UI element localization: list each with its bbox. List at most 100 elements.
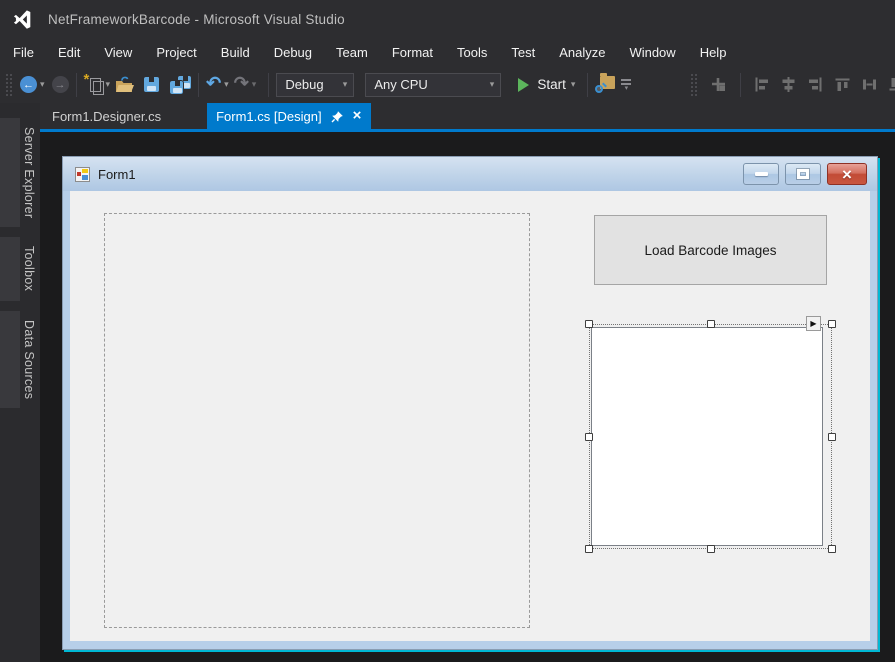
undo-button[interactable]: ↶	[206, 72, 221, 98]
align-centers-icon[interactable]	[780, 76, 797, 93]
load-barcode-images-button[interactable]: Load Barcode Images	[594, 215, 827, 285]
selection-handle-top-right[interactable]	[828, 320, 836, 328]
undo-dropdown-caret[interactable]: ▾	[224, 79, 229, 90]
close-tab-icon[interactable]: ×	[353, 108, 362, 123]
selection-handle-bottom-right[interactable]	[828, 545, 836, 553]
smart-tag-button[interactable]: ▶	[806, 316, 821, 331]
new-sparkle-icon: *	[83, 71, 90, 88]
forms-designer-surface[interactable]: Form1 × Load Barcode Images ▶	[40, 132, 895, 662]
align-to-grid-icon[interactable]	[710, 76, 728, 94]
solution-configuration-dropdown[interactable]: Debug ▾	[276, 72, 355, 97]
pin-tab-icon[interactable]	[331, 110, 344, 123]
save-button[interactable]	[144, 72, 160, 98]
form1-design-preview[interactable]: Form1 × Load Barcode Images ▶	[62, 156, 878, 650]
find-in-files-button[interactable]	[595, 72, 616, 98]
sidebar-tab-label: Server Explorer	[22, 127, 36, 219]
picturebox-control[interactable]	[104, 213, 530, 628]
align-bottoms-icon[interactable]	[888, 76, 895, 93]
sidebar-tab-toolbox[interactable]: Toolbox	[0, 237, 40, 301]
selected-control[interactable]: ▶	[585, 316, 836, 553]
menu-view[interactable]: View	[92, 40, 144, 65]
menu-help[interactable]: Help	[688, 40, 739, 65]
new-file-dropdown-caret[interactable]: ▾	[106, 79, 111, 90]
maximize-icon	[797, 169, 809, 179]
menu-file[interactable]: File	[1, 40, 46, 65]
button-label: Load Barcode Images	[644, 242, 777, 258]
chevron-down-icon: ▾	[342, 79, 348, 89]
sidebar-tab-label: Toolbox	[22, 246, 36, 292]
standard-toolbar: ← ▾ → * ▾ ↶ ▾ ↷ ▾ Debug ▾ Any CPU ▾ Star…	[0, 66, 895, 103]
save-all-button[interactable]	[169, 72, 192, 98]
new-file-button[interactable]: *	[84, 71, 104, 98]
redo-button[interactable]: ↷	[234, 72, 249, 98]
form1-client-area[interactable]: Load Barcode Images ▶	[70, 191, 870, 641]
document-well: Form1.Designer.cs Form1.cs [Design] × Fo…	[40, 103, 895, 662]
sidebar-tab-server-explorer[interactable]: Server Explorer	[0, 118, 40, 228]
menu-test[interactable]: Test	[499, 40, 547, 65]
menu-tools[interactable]: Tools	[445, 40, 499, 65]
toolbar-separator	[740, 72, 741, 97]
chevron-down-icon: ▾	[489, 79, 495, 89]
textbox-control[interactable]	[591, 327, 823, 546]
selection-handle-middle-left[interactable]	[585, 432, 593, 441]
new-file-icon: *	[84, 71, 104, 95]
align-tops-icon[interactable]	[834, 76, 851, 93]
solution-platform-dropdown[interactable]: Any CPU ▾	[365, 72, 502, 97]
play-icon	[518, 77, 530, 92]
start-dropdown-caret[interactable]: ▾	[571, 79, 576, 90]
menu-window[interactable]: Window	[617, 40, 687, 65]
toolbar-separator	[75, 72, 77, 97]
selection-handle-bottom-left[interactable]	[585, 545, 593, 553]
open-folder-icon	[116, 76, 135, 92]
chevron-down-icon: ▾	[624, 84, 629, 92]
menu-team[interactable]: Team	[324, 40, 380, 65]
redo-dropdown-caret[interactable]: ▾	[252, 79, 257, 90]
window-title: NetFrameworkBarcode - Microsoft Visual S…	[48, 11, 345, 27]
find-in-files-icon	[595, 73, 616, 93]
toolbar-separator	[198, 72, 200, 97]
menu-analyze[interactable]: Analyze	[547, 40, 617, 65]
selection-handle-top-left[interactable]	[585, 320, 593, 328]
tab-form1-designer-cs[interactable]: Form1.Designer.cs	[46, 103, 193, 129]
visual-studio-logo-icon	[13, 10, 31, 29]
equal-horizontal-spacing-icon[interactable]	[861, 76, 878, 93]
form-icon	[75, 166, 90, 182]
sidebar-tab-data-sources[interactable]: Data Sources	[0, 310, 40, 408]
navigate-back-dropdown-caret[interactable]: ▾	[40, 79, 45, 90]
layout-toolbar	[689, 72, 895, 97]
redo-icon: ↷	[233, 73, 249, 93]
open-file-button[interactable]	[115, 72, 135, 98]
vs-titlebar: NetFrameworkBarcode - Microsoft Visual S…	[0, 0, 895, 38]
toolbar-grip-handle[interactable]	[690, 72, 697, 97]
menu-build[interactable]: Build	[209, 40, 262, 65]
navigate-forward-button[interactable]: →	[51, 76, 69, 93]
tab-form1-cs-design[interactable]: Form1.cs [Design] ×	[207, 103, 372, 129]
menu-bar: File Edit View Project Build Debug Team …	[0, 38, 895, 66]
maximize-button[interactable]	[785, 163, 821, 185]
platform-value: Any CPU	[374, 77, 428, 92]
minimize-icon	[754, 172, 768, 176]
magnifier-icon	[595, 85, 604, 93]
document-tabstrip: Form1.Designer.cs Form1.cs [Design] ×	[40, 103, 895, 129]
forward-arrow-icon: →	[54, 78, 66, 91]
minimize-button[interactable]	[743, 163, 779, 185]
navigate-back-button[interactable]: ←	[20, 76, 37, 93]
undo-icon: ↶	[206, 73, 222, 93]
selection-handle-bottom-center[interactable]	[706, 545, 715, 553]
configuration-value: Debug	[285, 77, 324, 92]
toolbar-grip-handle[interactable]	[5, 72, 12, 97]
close-button[interactable]: ×	[827, 163, 867, 185]
visual-studio-window: NetFrameworkBarcode - Microsoft Visual S…	[0, 0, 895, 662]
menu-project[interactable]: Project	[144, 40, 208, 65]
selection-handle-top-center[interactable]	[706, 320, 715, 328]
align-rights-icon[interactable]	[807, 76, 824, 93]
menu-edit[interactable]: Edit	[46, 40, 92, 65]
menu-debug[interactable]: Debug	[262, 40, 324, 65]
form1-titlebar[interactable]: Form1 ×	[63, 157, 877, 191]
start-debugging-button[interactable]: Start	[518, 77, 566, 92]
toolbar-separator	[268, 72, 270, 97]
menu-format[interactable]: Format	[380, 40, 445, 65]
selection-handle-middle-right[interactable]	[828, 432, 836, 441]
align-lefts-icon[interactable]	[753, 76, 770, 93]
toolbar-overflow-button[interactable]: ▾	[621, 78, 632, 92]
